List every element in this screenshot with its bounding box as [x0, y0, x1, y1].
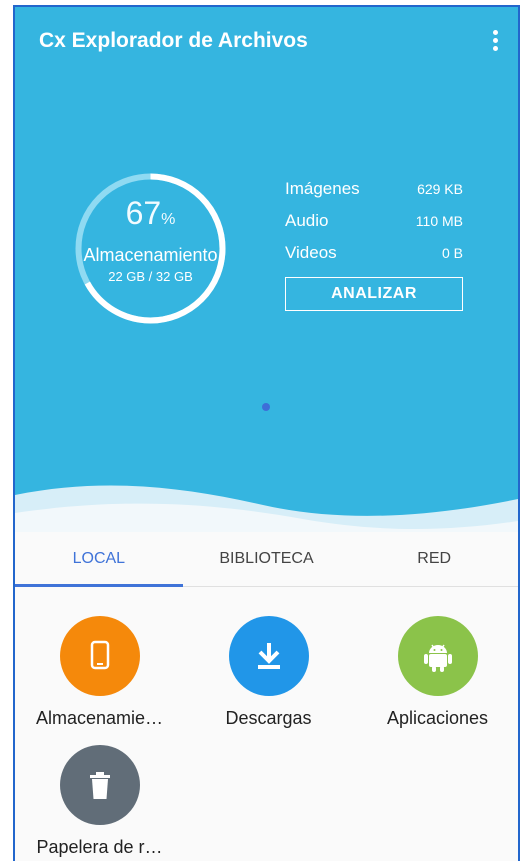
tab-biblioteca[interactable]: BIBLIOTECA — [183, 532, 351, 586]
android-icon — [423, 644, 452, 672]
item-apps-label: Aplicaciones — [386, 708, 489, 728]
stat-audio: Audio 110 MB — [285, 211, 463, 230]
item-storage[interactable]: Almacenamie… — [15, 616, 184, 729]
item-trash-label: Papelera de r… — [36, 837, 163, 857]
analyze-button[interactable]: ANALIZAR — [285, 277, 463, 311]
stat-images: Imágenes 629 KB — [285, 179, 463, 198]
storage-size: 22 GB / 32 GB — [108, 269, 193, 284]
item-trash[interactable]: Papelera de r… — [15, 745, 184, 858]
apps-circle — [397, 616, 478, 696]
phone-icon — [90, 640, 109, 670]
more-vert-icon — [492, 29, 498, 35]
downloads-circle — [228, 616, 309, 696]
stat-videos: Videos 0 B — [285, 243, 463, 262]
item-storage-label: Almacenamie… — [35, 708, 164, 728]
storage-label: Almacenamiento — [83, 245, 218, 265]
trash-icon — [89, 772, 110, 799]
download-icon — [257, 643, 280, 669]
app-window: Cx Explorador de Archivos 67% Almacenami… — [13, 5, 520, 861]
item-apps[interactable]: Aplicaciones — [353, 616, 518, 729]
wave-decoration — [15, 485, 518, 537]
storage-usage-ring[interactable]: 67% Almacenamiento 22 GB / 32 GB — [72, 170, 229, 327]
item-downloads-label: Descargas — [225, 708, 312, 728]
storage-percent: 67% — [125, 195, 176, 231]
tab-red[interactable]: RED — [350, 532, 518, 586]
storage-circle — [59, 616, 140, 696]
tab-bar: LOCAL BIBLIOTECA RED — [15, 532, 518, 587]
storage-header: Cx Explorador de Archivos 67% Almacenami… — [15, 7, 518, 537]
media-stats: Imágenes 629 KB Audio 110 MB Videos 0 B — [285, 179, 463, 275]
trash-circle — [59, 745, 140, 825]
item-downloads[interactable]: Descargas — [184, 616, 353, 729]
app-title: Cx Explorador de Archivos — [39, 29, 308, 52]
tab-local[interactable]: LOCAL — [15, 532, 183, 587]
page-indicator-dot — [262, 403, 270, 411]
more-options-button[interactable] — [482, 23, 508, 57]
